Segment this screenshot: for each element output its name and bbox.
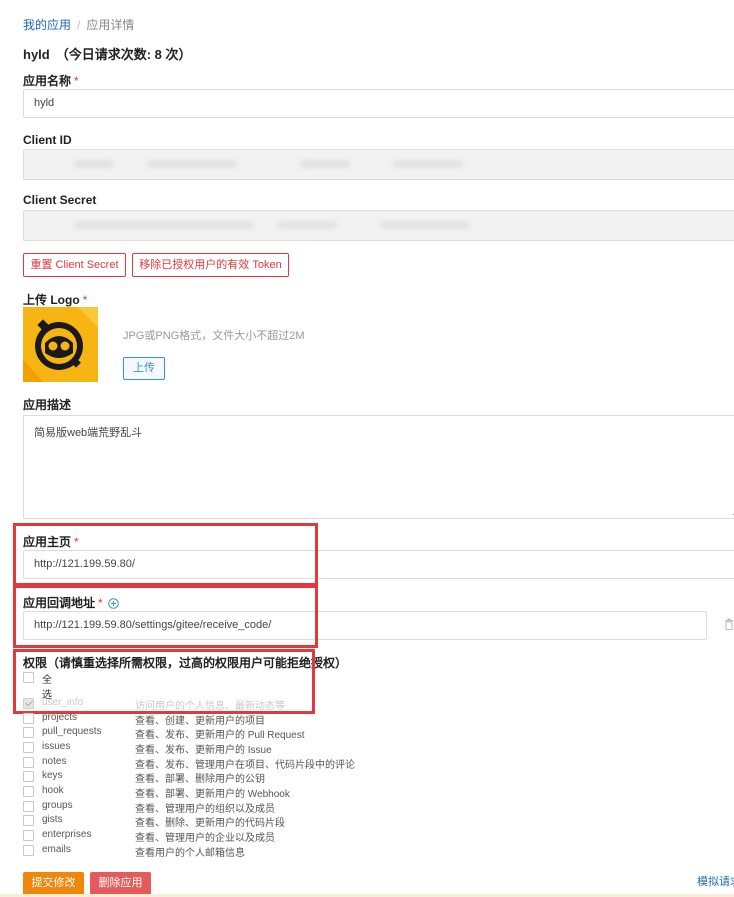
app-name-input[interactable]: hyld — [23, 89, 734, 118]
permission-desc: 查看、部署、更新用户的 Webhook — [135, 789, 290, 800]
description-textarea[interactable]: 简易版web端荒野乱斗 — [23, 415, 734, 519]
description-text: 简易版web端荒野乱斗 — [34, 427, 143, 439]
permission-name: hook — [42, 785, 64, 796]
client-secret-label: Client Secret — [23, 193, 97, 207]
highlight-box — [13, 523, 318, 586]
skull-logo-icon — [23, 307, 98, 382]
permission-name: pull_requests — [42, 726, 102, 737]
permission-name: issues — [42, 741, 71, 752]
description-label: 应用描述 — [23, 398, 72, 412]
permission-desc: 查看、发布、管理用户在项目、代码片段中的评论 — [135, 760, 355, 771]
submit-button[interactable]: 提交修改 — [23, 872, 84, 895]
upload-logo-button[interactable]: 上传 — [123, 357, 165, 380]
permission-name: emails — [42, 844, 71, 855]
breadcrumb-my-apps-link[interactable]: 我的应用 — [23, 18, 71, 32]
permission-name: projects — [42, 712, 78, 723]
permission-name: gists — [42, 814, 63, 825]
permission-desc: 查看用户的个人邮箱信息 — [135, 848, 245, 859]
permission-desc: 查看、管理用户的组织以及成员 — [135, 804, 275, 815]
redacted-text — [74, 221, 254, 230]
app-name-label-text: 应用名称 — [23, 74, 72, 88]
request-count: （今日请求次数: 8 次） — [55, 47, 192, 62]
checkbox-box[interactable] — [23, 771, 34, 782]
trash-icon[interactable] — [724, 618, 734, 630]
permission-desc: 查看、发布、更新用户的 Issue — [135, 745, 272, 756]
permission-desc: 访问用户的个人信息、最新动态等 — [135, 701, 285, 712]
revoke-tokens-button[interactable]: 移除已授权用户的有效 Token — [132, 253, 289, 277]
checkbox-box[interactable] — [23, 801, 34, 812]
required-mark: * — [82, 293, 88, 307]
reset-client-secret-button[interactable]: 重置 Client Secret — [23, 253, 126, 277]
redacted-text — [300, 160, 351, 169]
permission-desc: 查看、删除、更新用户的代码片段 — [135, 818, 285, 829]
checkbox-box[interactable] — [23, 830, 34, 841]
permission-name: keys — [42, 770, 63, 781]
logo-label-text: 上传 Logo — [23, 293, 80, 307]
simulate-request-link[interactable]: 模拟请求 — [697, 873, 734, 889]
redacted-text — [147, 160, 238, 169]
permission-name: notes — [42, 756, 67, 767]
permission-desc: 查看、部署、删除用户的公钥 — [135, 774, 265, 785]
permission-desc: 查看、发布、更新用户的 Pull Request — [135, 730, 305, 741]
app-logo-image — [23, 307, 98, 382]
permission-name: groups — [42, 800, 73, 811]
breadcrumb: 我的应用 / 应用详情 — [23, 16, 134, 33]
delete-app-button[interactable]: 删除应用 — [90, 872, 151, 895]
app-name-label: 应用名称 * — [23, 72, 79, 89]
app-title-name: hyld — [23, 47, 50, 62]
client-id-field[interactable] — [23, 149, 734, 180]
checkbox-box[interactable] — [23, 786, 34, 797]
checkbox-box[interactable] — [23, 845, 34, 856]
redacted-text — [393, 160, 464, 169]
checkbox-box[interactable] — [23, 698, 34, 709]
permission-desc: 查看、管理用户的企业以及成员 — [135, 833, 275, 844]
page-title: hyld （今日请求次数: 8 次） — [23, 44, 192, 63]
checkbox-box[interactable] — [23, 815, 34, 826]
redacted-text — [74, 160, 114, 169]
client-id-label: Client ID — [23, 133, 72, 147]
logo-label: 上传 Logo * — [23, 291, 87, 308]
client-secret-field[interactable] — [23, 210, 734, 241]
highlight-box — [13, 585, 318, 648]
logo-hint: JPG或PNG格式，文件大小不超过2M — [123, 330, 305, 342]
checkbox-box[interactable] — [23, 742, 34, 753]
redacted-text — [380, 221, 471, 230]
checkbox-box[interactable] — [23, 757, 34, 768]
breadcrumb-separator: / — [77, 18, 81, 32]
permission-name: enterprises — [42, 829, 92, 840]
breadcrumb-current: 应用详情 — [86, 18, 135, 32]
checkbox-box[interactable] — [23, 713, 34, 724]
redacted-text — [277, 221, 338, 230]
permission-name: user_info — [42, 697, 84, 708]
permission-desc: 查看、创建、更新用户的项目 — [135, 716, 265, 727]
checkbox-box[interactable] — [23, 727, 34, 738]
required-mark: * — [74, 74, 79, 88]
